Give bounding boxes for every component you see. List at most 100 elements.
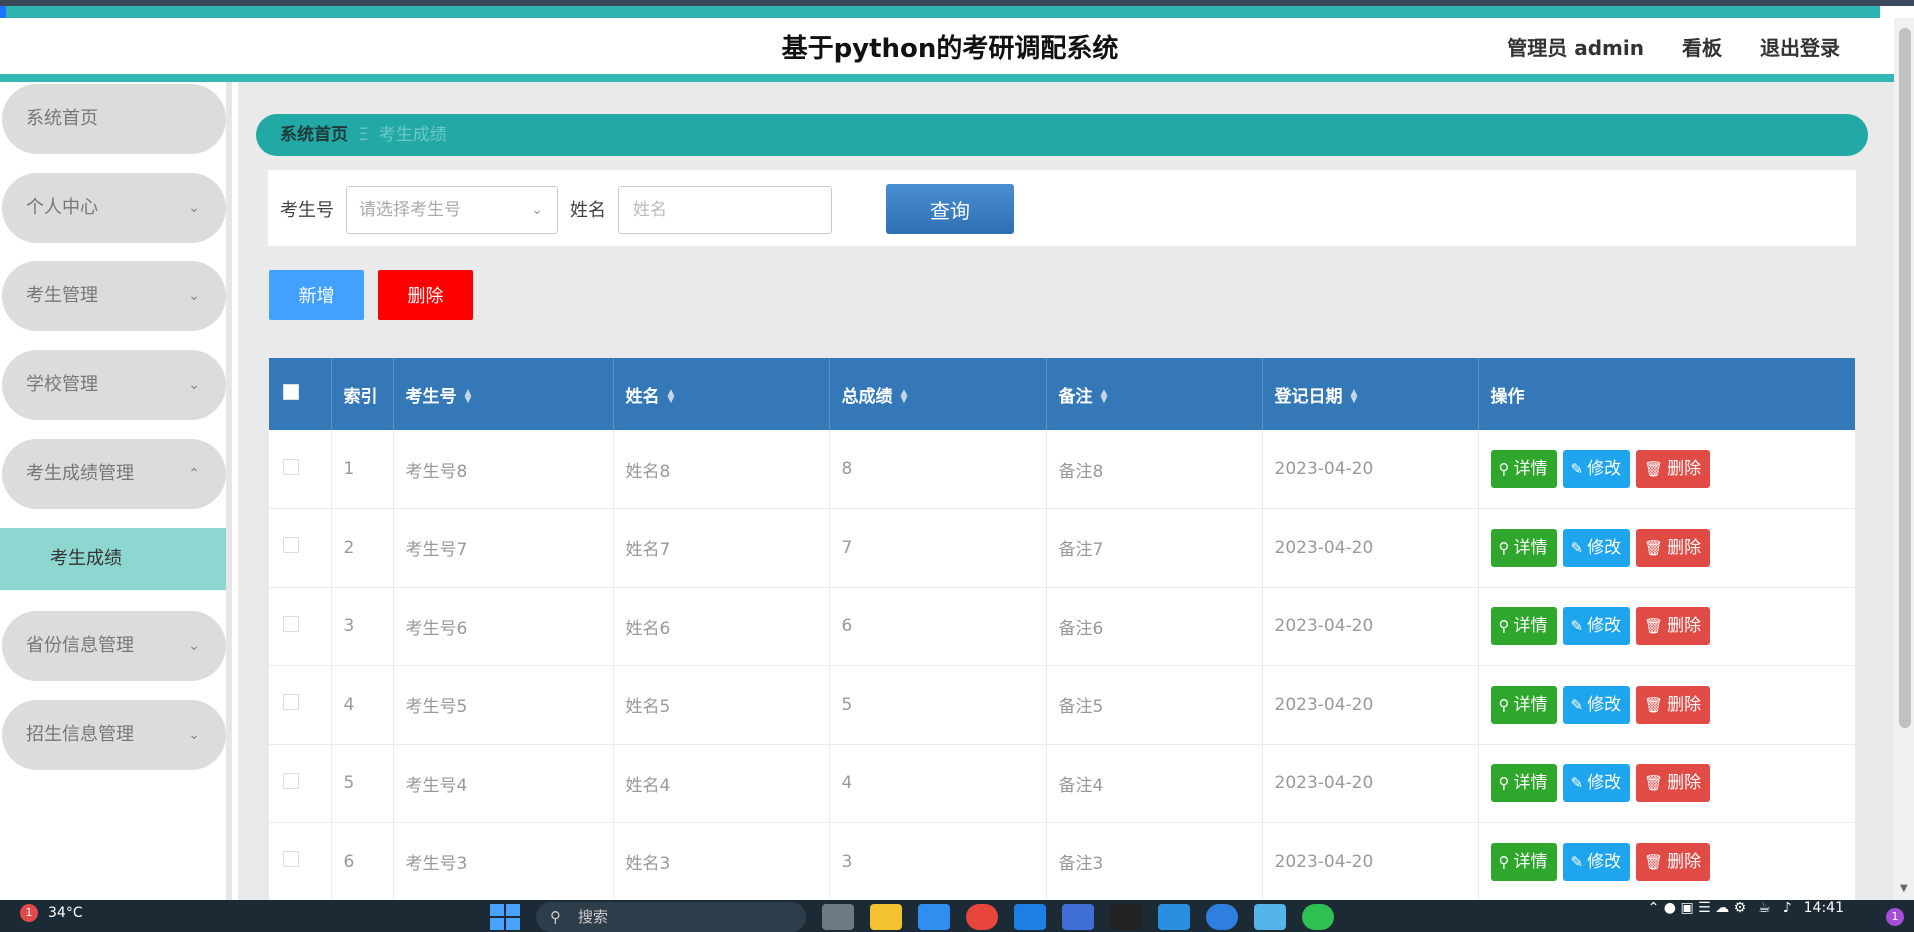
row-checkbox[interactable]	[283, 772, 299, 789]
sidebar-item-provinces[interactable]: 省份信息管理 ⌄	[2, 611, 226, 681]
sidebar-item-scores[interactable]: 考生成绩管理 ⌃	[2, 439, 226, 509]
col-remark[interactable]: 备注 ▲ ▼	[1046, 358, 1263, 430]
name-label: 姓名	[570, 200, 606, 221]
delete-button[interactable]: 🗑 删除	[1636, 450, 1711, 488]
detail-button[interactable]: ⚲ 详情	[1490, 685, 1557, 724]
select-all-checkbox[interactable]	[283, 383, 299, 400]
row-select-cell	[269, 822, 332, 900]
edit-label: 修改	[1587, 694, 1622, 715]
edit-button[interactable]: ✎ 修改	[1562, 685, 1631, 724]
chevron-down-icon: ⌄	[188, 200, 200, 216]
app-header: 基于python的考研调配系统 管理员 admin 看板 退出登录	[0, 18, 1880, 74]
sidebar-item-students[interactable]: 考生管理 ⌄	[2, 261, 226, 331]
select-all-cell	[269, 358, 332, 430]
edit-button[interactable]: ✎ 修改	[1562, 842, 1631, 881]
notification-badge[interactable]: 1	[1886, 908, 1904, 926]
windows-start-icon[interactable]	[490, 904, 520, 930]
sort-icon[interactable]: ▲ ▼	[1101, 388, 1113, 404]
sidebar-item-admissions[interactable]: 招生信息管理 ⌄	[2, 700, 226, 770]
app-icon[interactable]	[1062, 904, 1094, 930]
taskbar-search[interactable]: ⚲ 搜索	[536, 902, 806, 932]
edit-label: 修改	[1587, 773, 1622, 794]
add-button[interactable]: 新增	[269, 270, 364, 320]
file-explorer-icon[interactable]	[870, 904, 902, 930]
row-checkbox[interactable]	[283, 537, 299, 554]
chrome-icon[interactable]	[966, 904, 998, 930]
cell-remark: 备注4	[1046, 744, 1263, 823]
sidebar-item-personal[interactable]: 个人中心 ⌄	[2, 173, 226, 243]
chat-icon[interactable]	[1254, 904, 1286, 930]
search-icon: ⚲	[1498, 617, 1510, 636]
cell-index: 6	[331, 822, 394, 900]
chevron-down-icon: ⌄	[188, 727, 200, 743]
scroll-down-arrow-icon[interactable]: ▼	[1900, 883, 1908, 894]
delete-button[interactable]: 🗑 删除	[1636, 764, 1711, 803]
vscode-icon[interactable]	[1158, 904, 1190, 930]
wifi-icon[interactable]: ☕	[1758, 900, 1771, 916]
table-row: 6 考生号3 姓名3 3 备注3 2023-04-20 ⚲ 详情 ✎ 修改 🗑 删除	[269, 822, 1855, 900]
chevron-down-icon: ⌄	[531, 202, 543, 218]
col-exam-no[interactable]: 考生号 ▲ ▼	[393, 358, 614, 430]
sidebar-item-home[interactable]: 系统首页	[2, 84, 226, 154]
batch-delete-button[interactable]: 删除	[378, 270, 473, 320]
logout-link[interactable]: 退出登录	[1760, 32, 1840, 61]
sort-icon[interactable]: ▲ ▼	[465, 388, 477, 404]
scrollbar-thumb[interactable]	[1899, 28, 1911, 728]
col-date-label: 登记日期	[1274, 386, 1343, 407]
edit-button[interactable]: ✎ 修改	[1562, 450, 1631, 488]
delete-button[interactable]: 🗑 删除	[1636, 685, 1711, 724]
name-input[interactable]	[618, 186, 832, 234]
sort-icon[interactable]: ▲ ▼	[901, 388, 913, 404]
sidebar-item-label: 招生信息管理	[26, 724, 134, 745]
col-score[interactable]: 总成绩 ▲ ▼	[829, 358, 1047, 430]
row-checkbox[interactable]	[283, 851, 299, 868]
row-checkbox[interactable]	[283, 615, 299, 632]
col-date[interactable]: 登记日期 ▲ ▼	[1262, 358, 1479, 430]
edit-button[interactable]: ✎ 修改	[1562, 607, 1631, 646]
sidebar-item-schools[interactable]: 学校管理 ⌄	[2, 350, 226, 420]
chevron-up-icon: ⌃	[188, 466, 200, 482]
table-row: 3 考生号6 姓名6 6 备注6 2023-04-20 ⚲ 详情 ✎ 修改 🗑 删除	[269, 587, 1855, 666]
sidebar-subitem-scores[interactable]: 考生成绩	[0, 528, 226, 590]
cell-index: 2	[331, 508, 394, 588]
browser-icon[interactable]	[1206, 904, 1238, 930]
edit-button[interactable]: ✎ 修改	[1562, 764, 1631, 803]
clock[interactable]: 14:41	[1804, 900, 1844, 916]
cell-remark: 备注5	[1046, 665, 1263, 745]
weather-widget[interactable]: 1 34°C	[20, 904, 83, 922]
cell-name: 姓名8	[613, 430, 830, 509]
delete-button[interactable]: 🗑 删除	[1636, 842, 1711, 881]
page-scrollbar[interactable]: ▼	[1894, 18, 1914, 900]
sort-icon[interactable]: ▲ ▼	[1351, 388, 1363, 404]
delete-button[interactable]: 🗑 删除	[1636, 607, 1711, 646]
cell-exam-no: 考生号3	[393, 822, 614, 900]
query-button[interactable]: 查询	[886, 184, 1014, 234]
store-icon[interactable]	[918, 904, 950, 930]
detail-button[interactable]: ⚲ 详情	[1490, 450, 1557, 488]
edit-button[interactable]: ✎ 修改	[1562, 528, 1631, 567]
cell-index: 3	[331, 587, 394, 666]
detail-button[interactable]: ⚲ 详情	[1490, 528, 1557, 567]
sort-icon[interactable]: ▲ ▼	[668, 388, 680, 404]
detail-button[interactable]: ⚲ 详情	[1490, 607, 1557, 646]
task-view-icon[interactable]	[822, 904, 854, 930]
tray-icons[interactable]: ⌃ ● ▣ ☰ ☁ ⚙	[1648, 900, 1747, 916]
cell-date: 2023-04-20	[1262, 508, 1479, 588]
col-name[interactable]: 姓名 ▲ ▼	[613, 358, 830, 430]
row-checkbox[interactable]	[283, 458, 299, 475]
exam-no-select[interactable]: 请选择考生号 ⌄	[346, 186, 558, 234]
detail-button[interactable]: ⚲ 详情	[1490, 842, 1557, 881]
detail-button[interactable]: ⚲ 详情	[1490, 764, 1557, 803]
row-checkbox[interactable]	[283, 694, 299, 711]
cell-ops: ⚲ 详情 ✎ 修改 🗑 删除	[1478, 822, 1855, 900]
terminal-icon[interactable]	[1110, 904, 1142, 930]
wechat-icon[interactable]	[1302, 904, 1334, 930]
delete-button[interactable]: 🗑 删除	[1636, 528, 1711, 567]
trash-icon: 🗑	[1644, 617, 1664, 636]
volume-icon[interactable]: ♪	[1783, 900, 1792, 916]
trash-icon: 🗑	[1644, 460, 1664, 478]
pycharm-icon[interactable]	[1014, 904, 1046, 930]
exam-no-placeholder: 请选择考生号	[359, 200, 461, 220]
board-link[interactable]: 看板	[1682, 32, 1722, 61]
breadcrumb-home[interactable]: 系统首页	[280, 125, 348, 145]
